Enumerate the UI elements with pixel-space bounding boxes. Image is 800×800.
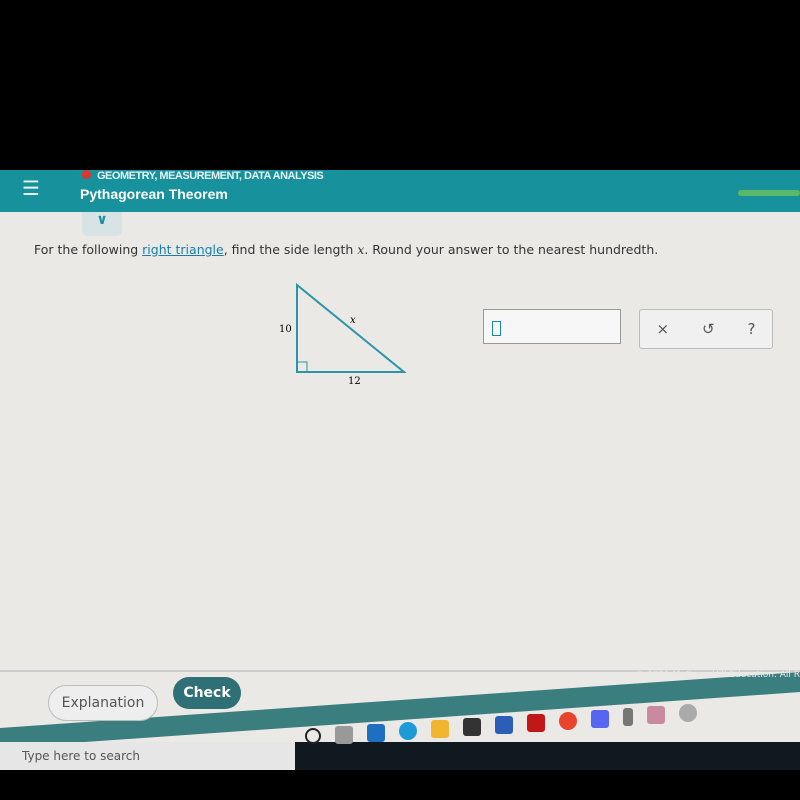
category-label: GEOMETRY, MEASUREMENT, DATA ANALYSIS (82, 170, 324, 182)
input-cursor (492, 321, 501, 336)
undo-icon[interactable]: ↺ (702, 320, 715, 338)
chevron-down-icon[interactable]: ∨ (82, 212, 122, 236)
category-text: GEOMETRY, MEASUREMENT, DATA ANALYSIS (97, 170, 324, 182)
q-end: . Round your answer to the nearest hundr… (364, 242, 659, 257)
taskbar-apps (305, 700, 697, 744)
mail-icon[interactable] (367, 724, 385, 742)
file-explorer-icon[interactable] (431, 720, 449, 738)
store-icon[interactable] (463, 718, 481, 736)
triangle-shape (296, 282, 407, 373)
word-icon[interactable] (495, 716, 513, 734)
label-hypotenuse: x (350, 315, 356, 326)
cortana-icon[interactable] (305, 728, 321, 744)
page-title: Pythagorean Theorem (80, 186, 228, 202)
header: ☰ GEOMETRY, MEASUREMENT, DATA ANALYSIS P… (0, 170, 800, 212)
mouse-icon[interactable] (623, 708, 633, 726)
progress-bar (738, 190, 800, 196)
chrome-icon[interactable] (559, 712, 577, 730)
clear-icon[interactable]: × (656, 320, 669, 338)
help-icon[interactable]: ? (748, 320, 756, 338)
answer-input[interactable] (483, 309, 621, 344)
check-button[interactable]: Check (173, 677, 241, 709)
paint-icon[interactable] (647, 706, 665, 724)
right-angle-mark (296, 361, 308, 373)
hamburger-icon[interactable]: ☰ (22, 176, 40, 200)
task-view-icon[interactable] (335, 726, 353, 744)
q-after: , find the side length (223, 242, 358, 257)
status-dot-icon (82, 170, 91, 179)
edge-icon[interactable] (399, 722, 417, 740)
explanation-button[interactable]: Explanation (48, 685, 158, 721)
answer-tools: × ↺ ? (639, 309, 773, 349)
app-screen: ☰ GEOMETRY, MEASUREMENT, DATA ANALYSIS P… (0, 170, 800, 770)
triangle-diagram: 10 12 x (279, 282, 407, 387)
copyright: © 2021 McGraw-Hill Education. All R (634, 670, 800, 680)
label-vertical: 10 (279, 324, 292, 335)
app-icon[interactable] (679, 704, 697, 722)
taskbar-search[interactable]: Type here to search (0, 742, 295, 770)
netflix-icon[interactable] (527, 714, 545, 732)
q-before: For the following (34, 242, 143, 257)
question-text: For the following right triangle, find t… (34, 242, 658, 257)
label-horizontal: 12 (348, 376, 361, 387)
right-triangle-link[interactable]: right triangle (142, 242, 224, 257)
discord-icon[interactable] (591, 710, 609, 728)
